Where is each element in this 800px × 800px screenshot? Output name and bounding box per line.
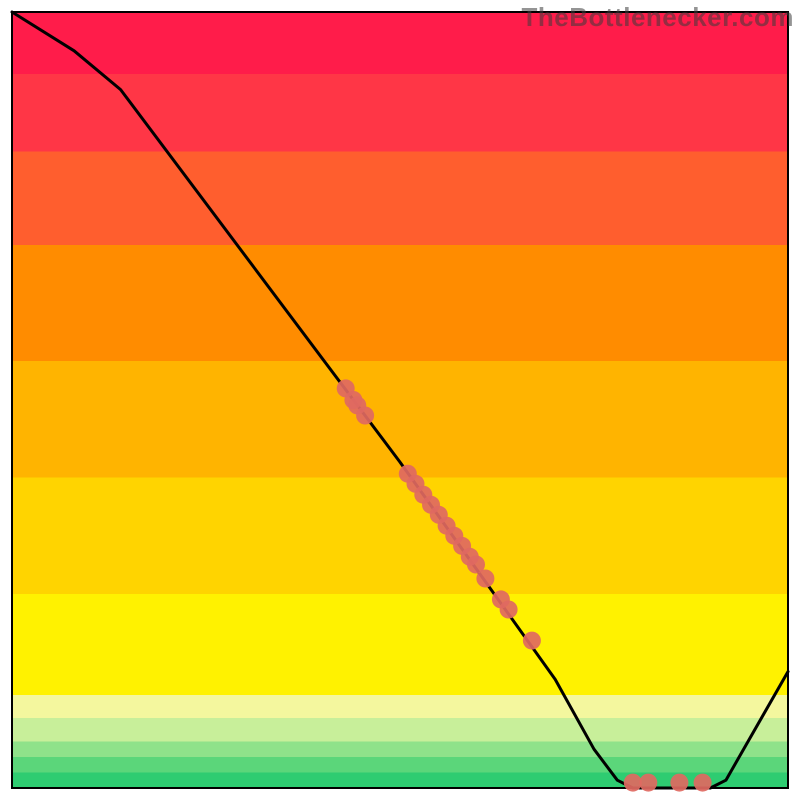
scatter-point — [670, 774, 688, 792]
chart-container: TheBottlenecker.com — [0, 0, 800, 800]
bottleneck-chart — [0, 0, 800, 800]
scatter-point — [523, 632, 541, 650]
plot-area — [12, 12, 788, 792]
scatter-point — [624, 774, 642, 792]
scatter-point — [639, 774, 657, 792]
watermark-text: TheBottlenecker.com — [522, 2, 794, 33]
scatter-point — [694, 774, 712, 792]
heatmap-background — [12, 12, 788, 788]
scatter-point — [476, 570, 494, 588]
scatter-point — [356, 407, 374, 425]
scatter-point — [500, 601, 518, 619]
